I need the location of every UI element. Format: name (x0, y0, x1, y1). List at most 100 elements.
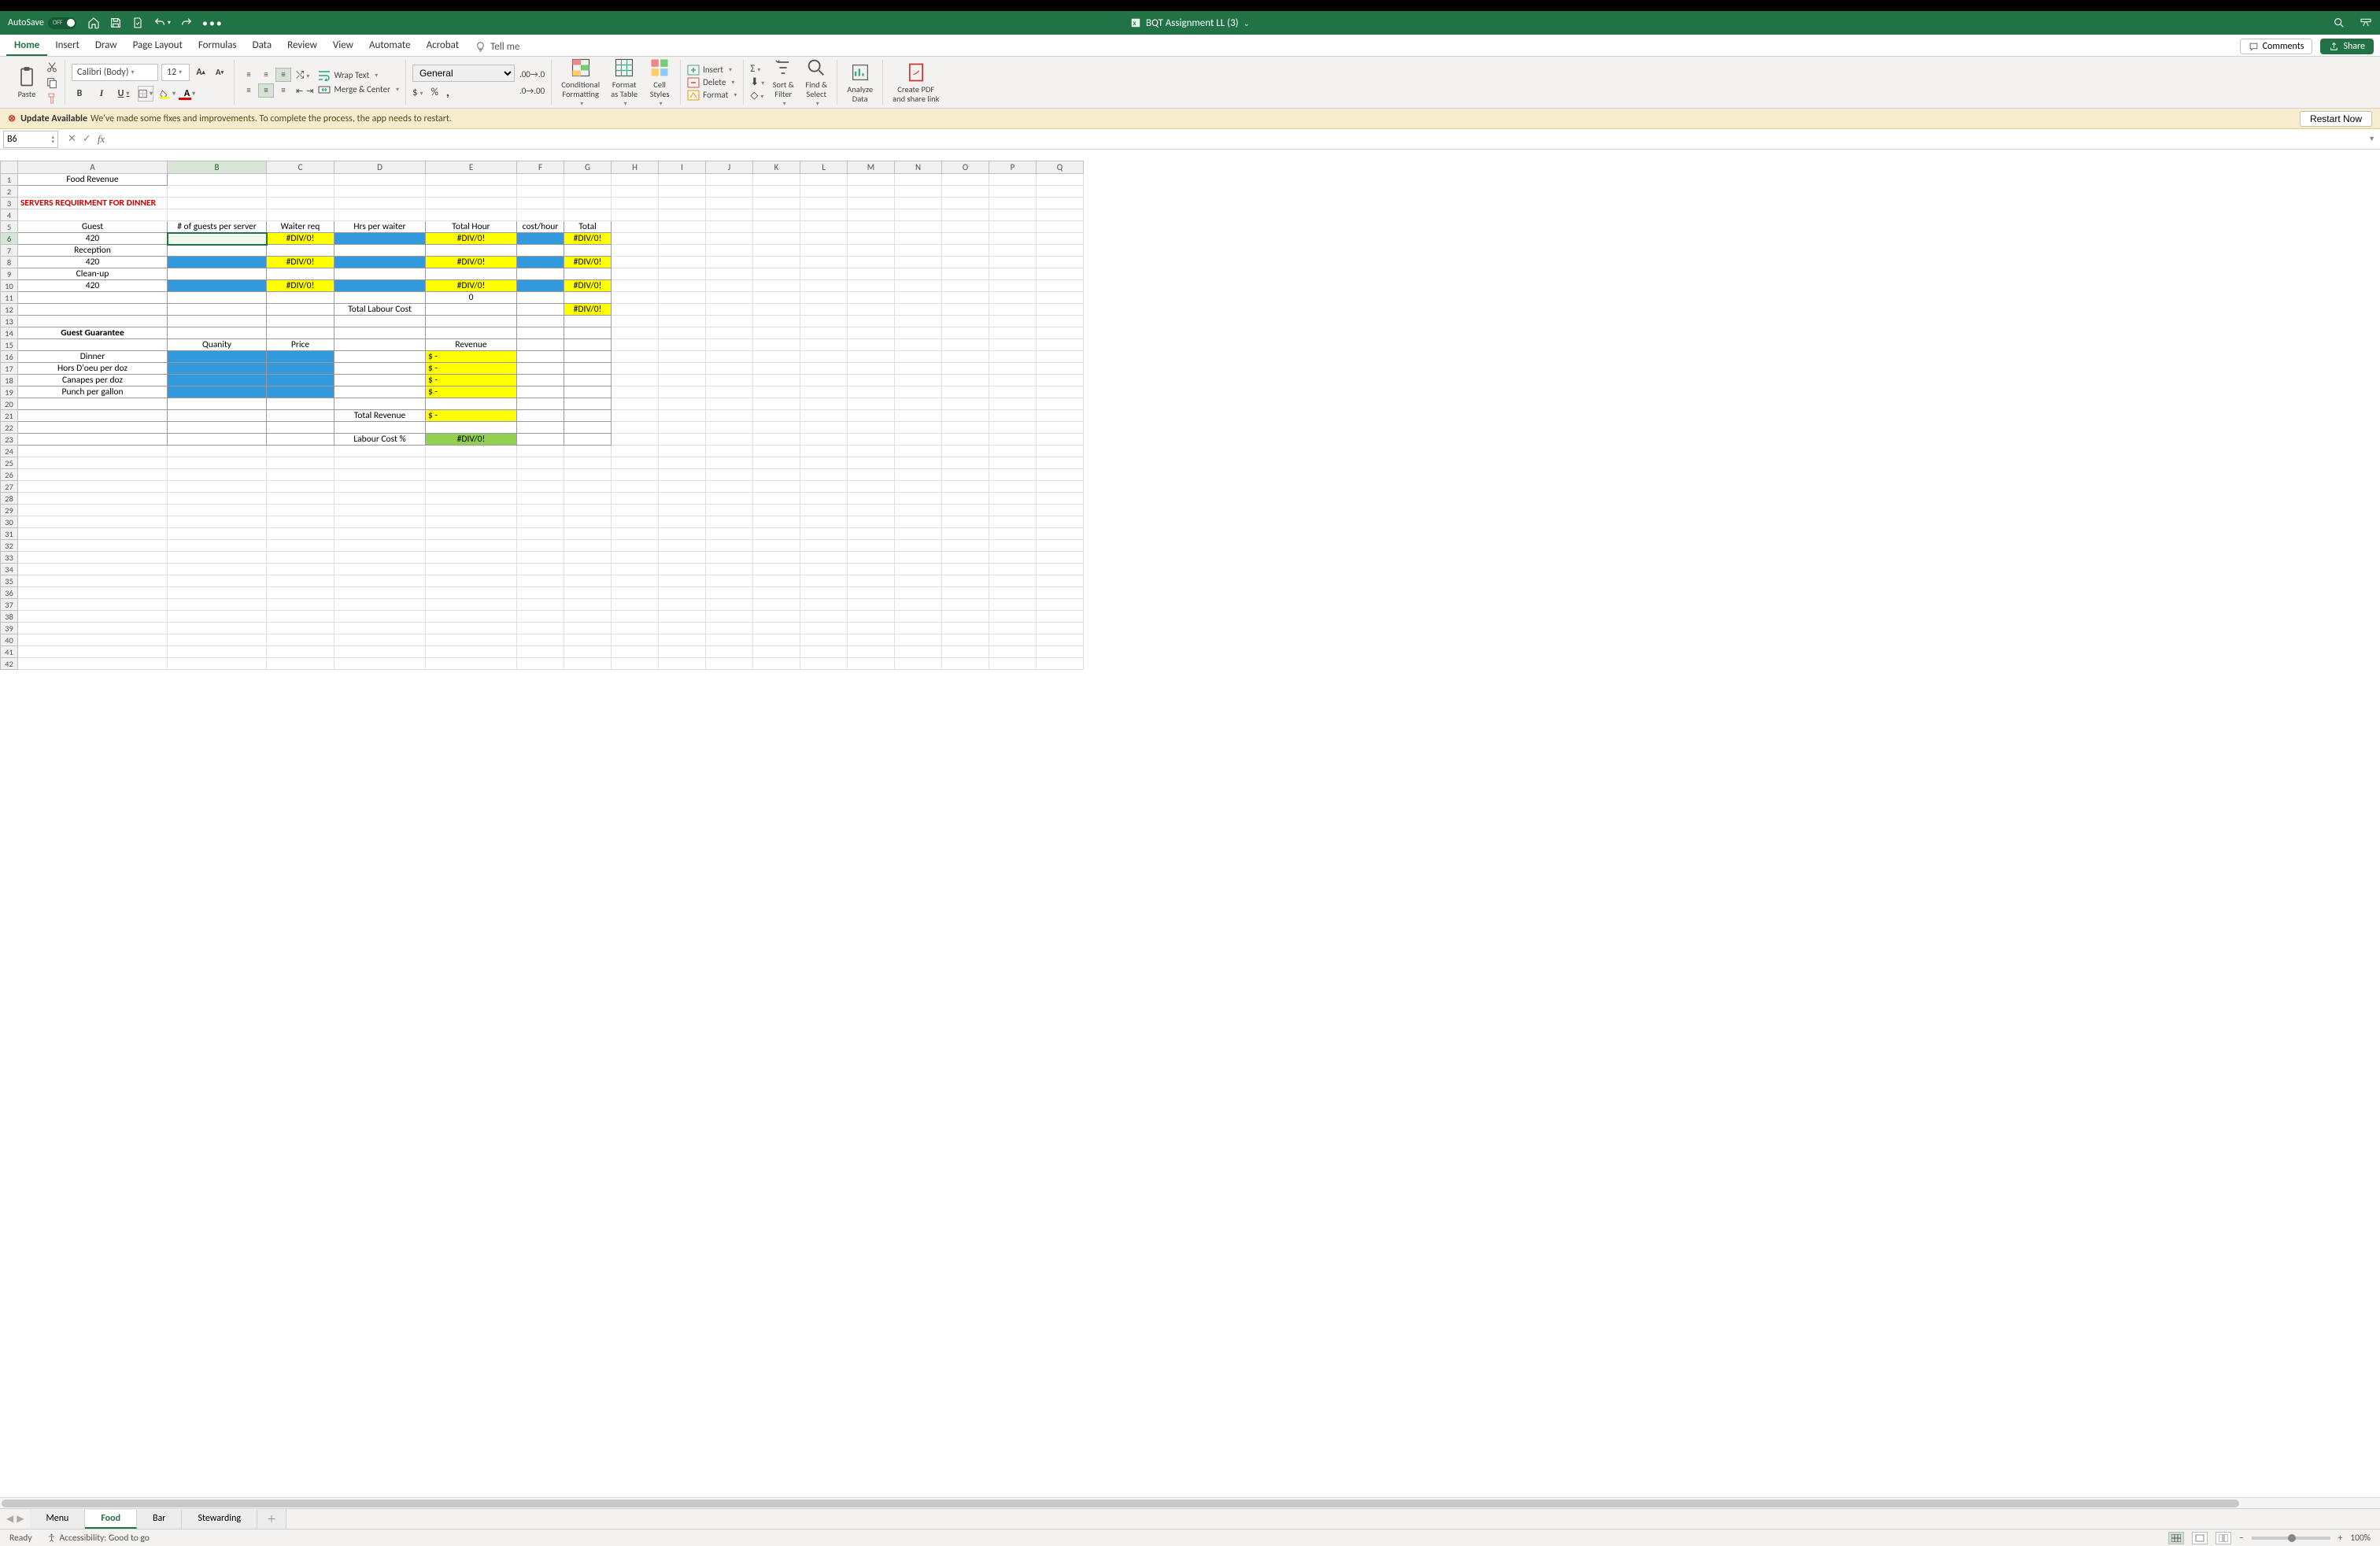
cell-G21[interactable] (564, 410, 612, 422)
cell-O36[interactable] (942, 587, 989, 599)
cell-J22[interactable] (706, 422, 753, 434)
cell-H15[interactable] (612, 339, 659, 351)
cell-I25[interactable] (659, 457, 706, 469)
cell-Q8[interactable] (1037, 257, 1084, 268)
cell-G3[interactable] (564, 198, 612, 209)
cell-G41[interactable] (564, 646, 612, 658)
cell-F3[interactable] (517, 198, 564, 209)
cell-I15[interactable] (659, 339, 706, 351)
cell-H24[interactable] (612, 446, 659, 457)
cell-J6[interactable] (706, 233, 753, 245)
autosum-icon[interactable]: Σ (750, 63, 764, 75)
cell-P33[interactable] (989, 552, 1037, 564)
align-right-icon[interactable]: ≡ (275, 83, 291, 98)
cell-L42[interactable] (800, 658, 848, 670)
zoom-slider[interactable] (2252, 1537, 2330, 1540)
cell-Q14[interactable] (1037, 327, 1084, 339)
col-header-F[interactable]: F (517, 161, 564, 174)
cell-B30[interactable] (168, 516, 267, 528)
cell-O34[interactable] (942, 564, 989, 575)
cell-P35[interactable] (989, 575, 1037, 587)
cell-G34[interactable] (564, 564, 612, 575)
cell-Q12[interactable] (1037, 304, 1084, 316)
zoom-in-icon[interactable]: + (2338, 1533, 2343, 1544)
cell-N24[interactable] (895, 446, 942, 457)
zoom-level[interactable]: 100% (2350, 1533, 2371, 1544)
cell-P23[interactable] (989, 434, 1037, 446)
orientation-button[interactable]: ⤭ (296, 69, 309, 81)
row-header-5[interactable]: 5 (1, 221, 18, 233)
cell-H2[interactable] (612, 186, 659, 198)
italic-button[interactable]: I (94, 86, 109, 102)
cell-H16[interactable] (612, 351, 659, 363)
cell-I42[interactable] (659, 658, 706, 670)
cell-K20[interactable] (753, 398, 800, 410)
cell-P29[interactable] (989, 505, 1037, 516)
cell-H26[interactable] (612, 469, 659, 481)
more-icon[interactable]: ••• (202, 17, 224, 30)
cell-I23[interactable] (659, 434, 706, 446)
cell-P25[interactable] (989, 457, 1037, 469)
row-header-28[interactable]: 28 (1, 493, 18, 505)
row-header-38[interactable]: 38 (1, 611, 18, 623)
underline-button[interactable]: U (116, 86, 131, 102)
cell-D15[interactable] (334, 339, 426, 351)
cell-J37[interactable] (706, 599, 753, 611)
cell-G24[interactable] (564, 446, 612, 457)
cell-C13[interactable] (267, 316, 334, 327)
cell-K3[interactable] (753, 198, 800, 209)
cell-F24[interactable] (517, 446, 564, 457)
cell-P13[interactable] (989, 316, 1037, 327)
row-header-6[interactable]: 6 (1, 233, 18, 245)
col-header-O[interactable]: O (942, 161, 989, 174)
cell-K38[interactable] (753, 611, 800, 623)
home-icon[interactable] (87, 17, 100, 29)
cell-F17[interactable] (517, 363, 564, 375)
cell-N16[interactable] (895, 351, 942, 363)
cell-O41[interactable] (942, 646, 989, 658)
cell-D16[interactable] (334, 351, 426, 363)
cell-F12[interactable] (517, 304, 564, 316)
cell-L5[interactable] (800, 221, 848, 233)
cell-K27[interactable] (753, 481, 800, 493)
cell-M16[interactable] (848, 351, 895, 363)
cell-A19[interactable]: Punch per gallon (18, 386, 168, 398)
cell-D6[interactable] (334, 233, 426, 245)
cell-J5[interactable] (706, 221, 753, 233)
cell-I22[interactable] (659, 422, 706, 434)
cell-B3[interactable] (168, 198, 267, 209)
cell-M15[interactable] (848, 339, 895, 351)
cell-K16[interactable] (753, 351, 800, 363)
cell-B39[interactable] (168, 623, 267, 634)
row-header-21[interactable]: 21 (1, 410, 18, 422)
cell-M27[interactable] (848, 481, 895, 493)
cell-J4[interactable] (706, 209, 753, 221)
cell-E41[interactable] (426, 646, 517, 658)
cell-K28[interactable] (753, 493, 800, 505)
cell-A4[interactable] (18, 209, 168, 221)
row-header-34[interactable]: 34 (1, 564, 18, 575)
row-header-1[interactable]: 1 (1, 174, 18, 186)
cell-G14[interactable] (564, 327, 612, 339)
cell-I5[interactable] (659, 221, 706, 233)
cell-C29[interactable] (267, 505, 334, 516)
cell-M8[interactable] (848, 257, 895, 268)
tab-insert[interactable]: Insert (47, 36, 87, 56)
cell-B4[interactable] (168, 209, 267, 221)
ribbon-display-icon[interactable] (2360, 17, 2372, 29)
row-header-42[interactable]: 42 (1, 658, 18, 670)
cell-K41[interactable] (753, 646, 800, 658)
cell-D19[interactable] (334, 386, 426, 398)
cell-D14[interactable] (334, 327, 426, 339)
cell-Q21[interactable] (1037, 410, 1084, 422)
cell-F27[interactable] (517, 481, 564, 493)
cell-L26[interactable] (800, 469, 848, 481)
cell-C20[interactable] (267, 398, 334, 410)
cell-I16[interactable] (659, 351, 706, 363)
cell-G8[interactable]: #DIV/0! (564, 257, 612, 268)
cell-L3[interactable] (800, 198, 848, 209)
cell-M5[interactable] (848, 221, 895, 233)
cell-O22[interactable] (942, 422, 989, 434)
cell-P4[interactable] (989, 209, 1037, 221)
cell-G27[interactable] (564, 481, 612, 493)
